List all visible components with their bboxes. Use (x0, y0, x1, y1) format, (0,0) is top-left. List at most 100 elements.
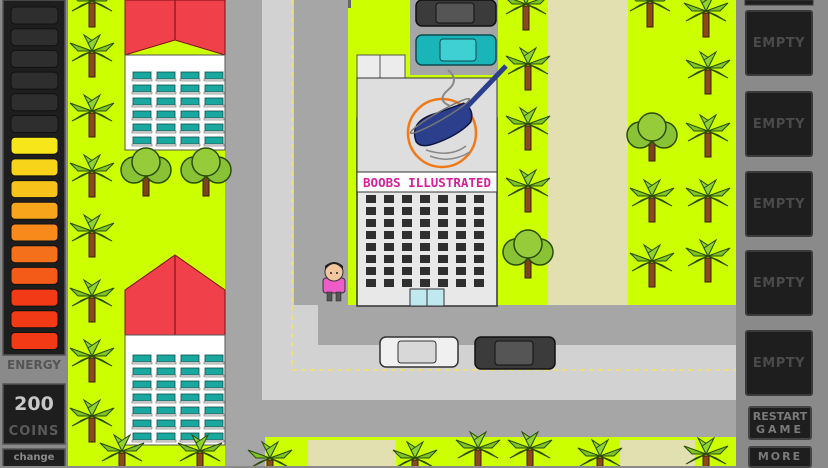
tower-window (474, 279, 484, 287)
tower-window (420, 231, 430, 239)
apartment-window (179, 136, 201, 147)
tower-window (366, 267, 376, 275)
tower-window (474, 219, 484, 227)
inventory-slot-1[interactable]: EMPTY (745, 10, 813, 76)
apartment-window (179, 367, 201, 378)
apartment-window (155, 97, 177, 108)
apartment-window (179, 380, 201, 391)
apartment-window (131, 393, 153, 404)
tower-window (438, 243, 448, 251)
energy-cell (10, 332, 59, 350)
inventory-slot-top-partial (744, 0, 814, 6)
car-white-driving (379, 336, 459, 368)
apartment-window (179, 123, 201, 134)
apartment-building-top (124, 0, 226, 151)
apartment-window (131, 123, 153, 134)
tower-window (402, 243, 412, 251)
game-canvas[interactable]: BOOBS ILLUSTRATED (0, 0, 828, 466)
inventory-slot-3[interactable]: EMPTY (745, 171, 813, 237)
apartment-window (131, 110, 153, 121)
tower-window (438, 267, 448, 275)
tower-window (420, 195, 430, 203)
tower-window (420, 255, 430, 263)
inventory-slot-4[interactable]: EMPTY (745, 250, 813, 316)
apartment-window (131, 367, 153, 378)
apartment-window (155, 71, 177, 82)
tower-window (420, 267, 430, 275)
tower-window (474, 267, 484, 275)
tower-window (366, 195, 376, 203)
inventory-slot-5[interactable]: EMPTY (745, 330, 813, 396)
tower-window (456, 195, 466, 203)
apartment-window (203, 406, 225, 417)
energy-cell (10, 288, 59, 307)
street-post (348, 0, 351, 8)
car-teal-parked (415, 34, 497, 66)
tower-window (456, 255, 466, 263)
tower-window (384, 231, 394, 239)
apartment-window (131, 354, 153, 365)
apartment-window (203, 84, 225, 95)
apartment-window (203, 123, 225, 134)
apartment-window (155, 406, 177, 417)
apartment-window (179, 84, 201, 95)
coins-value: 200 (14, 393, 54, 415)
tower-window (474, 243, 484, 251)
apartment-window (155, 123, 177, 134)
restart-game-label: GAME (755, 423, 804, 436)
inventory-slot-1-label: EMPTY (752, 35, 806, 51)
energy-cell (10, 115, 59, 133)
apartment-window (131, 136, 153, 147)
inventory-slot-4-label: EMPTY (752, 275, 806, 291)
tower-window (402, 195, 412, 203)
tower-window (366, 279, 376, 287)
apartment-window (155, 136, 177, 147)
energy-cell (10, 136, 59, 155)
car-black-driving (474, 336, 556, 370)
tower-window (384, 255, 394, 263)
tower-window (366, 255, 376, 263)
tower-window (402, 219, 412, 227)
tower-window (402, 267, 412, 275)
tower-window (420, 207, 430, 215)
tower-window (456, 219, 466, 227)
energy-label: ENERGY (7, 358, 61, 372)
coins-label: COINS (8, 424, 60, 439)
energy-cell (10, 158, 59, 177)
apartment-window (203, 367, 225, 378)
tower-window (384, 195, 394, 203)
inventory-slot-2[interactable]: EMPTY (745, 91, 813, 157)
car-black-parked-top (415, 0, 497, 27)
apartment-window (203, 380, 225, 391)
inventory-slot-3-label: EMPTY (752, 196, 806, 212)
apartment-window (179, 71, 201, 82)
tower-window (384, 279, 394, 287)
tower-window (456, 207, 466, 215)
tower-window (366, 243, 376, 251)
road-vertical-right (318, 0, 348, 305)
tower-window (402, 207, 412, 215)
change-button[interactable]: change (3, 452, 65, 463)
tower-window (402, 255, 412, 263)
energy-cell (10, 49, 59, 68)
apartment-window (155, 380, 177, 391)
apartment-window (155, 84, 177, 95)
restart-game-button[interactable]: RESTART GAME (748, 406, 812, 440)
building-sign: BOOBS ILLUSTRATED (363, 175, 491, 190)
apartment-window (155, 432, 177, 443)
inventory-slot-2-label: EMPTY (752, 116, 806, 132)
more-games-button[interactable]: MORE (748, 446, 812, 468)
apartment-window (131, 419, 153, 430)
energy-cell (10, 6, 59, 25)
tower-window (384, 219, 394, 227)
tower-window (366, 219, 376, 227)
energy-cell (10, 93, 59, 112)
tower-window (384, 267, 394, 275)
apartment-window (155, 393, 177, 404)
apartment-window (155, 419, 177, 430)
apartment-window (179, 406, 201, 417)
apartment-window (131, 97, 153, 108)
apartment-window (203, 393, 225, 404)
tower-window (420, 219, 430, 227)
tower-window (438, 279, 448, 287)
